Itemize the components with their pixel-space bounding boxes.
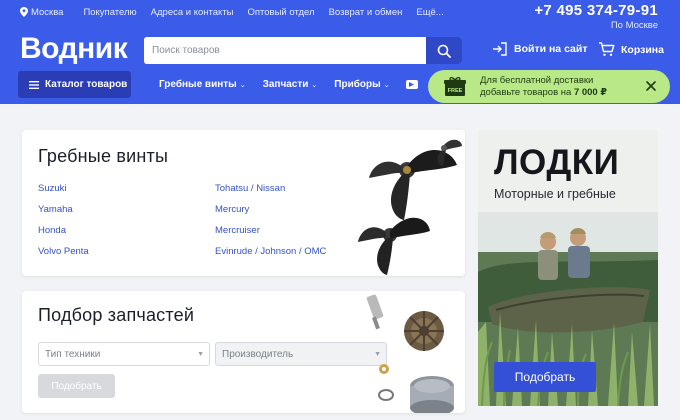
nav-devices-label: Приборы bbox=[334, 79, 381, 90]
free-delivery-banner: FREE Для бесплатной доставки добавьте то… bbox=[428, 70, 670, 103]
boats-banner[interactable]: ЛОДКИ Моторные и гребные Подобрать bbox=[478, 130, 658, 406]
parts-title: Подбор запчастей bbox=[38, 305, 195, 325]
link-customers[interactable]: Покупателю bbox=[83, 7, 136, 18]
equipment-type-select[interactable]: Тип техники ▼ bbox=[38, 342, 210, 366]
cart-label: Корзина bbox=[621, 43, 664, 56]
promo-text: Для бесплатной доставки добавьте товаров… bbox=[480, 75, 607, 99]
search-input[interactable] bbox=[144, 37, 426, 64]
search-icon bbox=[437, 44, 451, 58]
close-icon[interactable] bbox=[644, 79, 658, 93]
login-button[interactable]: Войти на сайт bbox=[492, 42, 587, 56]
brand-list: Suzuki Tohatsu / Nissan Yamaha Mercury H… bbox=[38, 182, 368, 259]
chevron-down-icon: ⌄ bbox=[383, 81, 390, 89]
city-selector[interactable]: Москва bbox=[20, 7, 63, 18]
promo-line1: Для бесплатной доставки bbox=[480, 74, 594, 86]
youtube-icon[interactable] bbox=[405, 80, 418, 89]
cart-icon bbox=[599, 42, 615, 56]
nav-parts-label: Запчасти bbox=[262, 79, 309, 90]
promo-amount: 7 000 ₽ bbox=[573, 86, 607, 98]
phone-block: +7 495 374-79-91 По Москве bbox=[534, 2, 658, 31]
top-bar: Москва Покупателю Адреса и контакты Опто… bbox=[20, 5, 458, 19]
chevron-down-icon: ▼ bbox=[197, 351, 204, 358]
login-label: Войти на сайт bbox=[514, 43, 588, 55]
search-bar bbox=[144, 37, 462, 64]
link-more[interactable]: Ещё... bbox=[416, 7, 443, 18]
link-returns[interactable]: Возврат и обмен bbox=[329, 7, 403, 18]
location-pin-icon bbox=[20, 7, 28, 17]
nav-parts[interactable]: Запчасти ⌄ bbox=[263, 79, 318, 90]
search-button[interactable] bbox=[426, 37, 462, 64]
city-label: Москва bbox=[31, 6, 64, 18]
banner-subtitle: Моторные и гребные bbox=[494, 187, 616, 201]
menu-icon bbox=[29, 80, 39, 89]
banner-pick-button[interactable]: Подобрать bbox=[494, 362, 596, 392]
brand-link[interactable]: Mercury bbox=[215, 203, 365, 217]
phone-note: По Москве bbox=[610, 20, 658, 31]
brand-link[interactable]: Tohatsu / Nissan bbox=[215, 182, 365, 196]
brand-link[interactable]: Volvo Penta bbox=[38, 245, 215, 259]
propellers-image bbox=[358, 139, 462, 275]
propellers-card: Гребные винты Suzuki Tohatsu / Nissan Ya… bbox=[22, 130, 465, 276]
cart-button[interactable]: Корзина bbox=[598, 42, 664, 57]
brand-link[interactable]: Honda bbox=[38, 224, 215, 238]
link-wholesale[interactable]: Оптовый отдел bbox=[248, 7, 315, 18]
site-logo[interactable]: Водник bbox=[20, 32, 128, 66]
manufacturer-placeholder: Производитель bbox=[222, 348, 294, 360]
parts-finder-card: Подбор запчастей Тип техники ▼ Производи… bbox=[22, 291, 465, 413]
phone-number[interactable]: +7 495 374-79-91 bbox=[534, 2, 658, 19]
nav-devices[interactable]: Приборы ⌄ bbox=[334, 79, 389, 90]
parts-pick-button[interactable]: Подобрать bbox=[38, 374, 115, 398]
brand-link[interactable]: Mercruiser bbox=[215, 224, 365, 238]
parts-image bbox=[366, 294, 454, 413]
login-icon bbox=[493, 42, 507, 56]
chevron-down-icon: ⌄ bbox=[239, 81, 246, 89]
main-nav: Каталог товаров Гребные винты ⌄ Запчасти ⌄… bbox=[18, 71, 418, 98]
gift-icon: FREE bbox=[444, 76, 466, 96]
propellers-title: Гребные винты bbox=[38, 146, 169, 166]
brand-link[interactable]: Yamaha bbox=[38, 203, 215, 217]
nav-propellers-label: Гребные винты bbox=[159, 79, 237, 90]
chevron-down-icon: ⌄ bbox=[311, 81, 318, 89]
link-addresses[interactable]: Адреса и контакты bbox=[151, 7, 234, 18]
banner-title: ЛОДКИ bbox=[494, 143, 620, 182]
equipment-type-placeholder: Тип техники bbox=[45, 348, 101, 360]
free-badge-text: FREE bbox=[448, 88, 463, 94]
catalog-label: Каталог товаров bbox=[45, 79, 128, 90]
play-icon bbox=[409, 82, 415, 87]
brand-link[interactable]: Suzuki bbox=[38, 182, 215, 196]
nav-propellers[interactable]: Гребные винты ⌄ bbox=[159, 79, 246, 90]
promo-line2: добавьте товаров на bbox=[480, 86, 574, 98]
brand-link[interactable]: Evinrude / Johnson / OMC bbox=[215, 245, 365, 259]
catalog-button[interactable]: Каталог товаров bbox=[18, 71, 131, 98]
